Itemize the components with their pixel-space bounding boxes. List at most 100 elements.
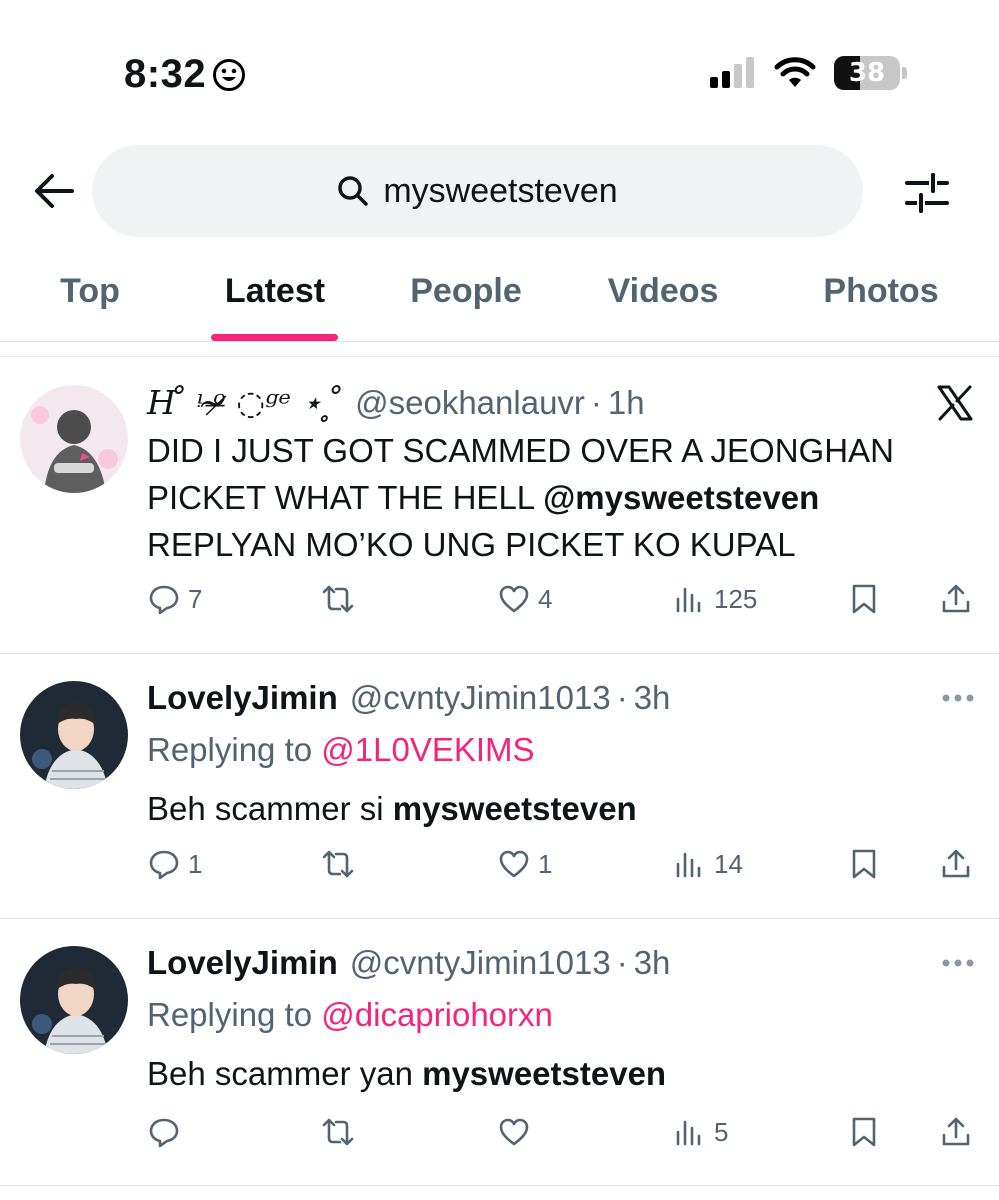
views-icon	[676, 587, 701, 613]
view-count: 5	[714, 1116, 729, 1147]
tweet-header: LovelyJimin @cvntyJimin1013 · 3h	[147, 679, 670, 717]
views-button[interactable]: 14	[674, 848, 743, 880]
battery-level: 38	[848, 58, 886, 88]
timestamp[interactable]: 1h	[608, 384, 645, 422]
tweet-text: Beh scammer si mysweetsteven	[147, 790, 637, 827]
share-icon	[942, 1117, 970, 1146]
bookmark-icon	[852, 1117, 876, 1147]
like-button[interactable]: 1	[498, 848, 552, 880]
retweet-icon	[322, 850, 354, 878]
reply-button[interactable]	[148, 1116, 188, 1148]
like-count: 4	[538, 583, 553, 614]
more-icon[interactable]	[941, 958, 975, 968]
x-logo-icon	[937, 385, 973, 421]
views-button[interactable]: 5	[674, 1116, 728, 1148]
reply-icon	[149, 585, 179, 615]
wifi-icon	[774, 57, 816, 87]
tweet-text: Beh scammer yan mysweetsteven	[147, 1055, 667, 1092]
reply-icon	[149, 1118, 179, 1148]
search-query: mysweetsteven	[383, 171, 618, 210]
views-button[interactable]: 125	[674, 583, 757, 615]
view-count: 125	[714, 583, 758, 614]
search-tabs: Top Latest People Videos Photos	[0, 262, 999, 342]
tweet-actions: 1 1 14	[0, 848, 999, 888]
tab-photos[interactable]: Photos	[823, 272, 938, 311]
display-name[interactable]: H ̊ ᵎ ᵒ̴̶̷ ◌ᵍᵉ ⋆ ̥ ̊	[147, 383, 343, 422]
display-name[interactable]: LovelyJimin	[147, 944, 338, 982]
bold-mention: mysweetsteven	[422, 1055, 667, 1092]
status-bar: 8:32 38	[0, 0, 999, 140]
avatar[interactable]	[20, 681, 128, 789]
retweet-button[interactable]	[322, 583, 362, 615]
tweet[interactable]: LovelyJimin @cvntyJimin1013 · 3h Replyin…	[0, 920, 999, 1186]
avatar[interactable]	[20, 385, 128, 493]
reply-count: 7	[188, 583, 203, 614]
replying-to: Replying to @1L0VEKIMS	[147, 731, 535, 768]
views-icon	[676, 1120, 701, 1146]
status-time: 8:32	[124, 52, 246, 97]
tab-people[interactable]: People	[410, 272, 521, 311]
share-button[interactable]	[940, 583, 972, 615]
tweet-text: DID I JUST GOT SCAMMED OVER A JEONGHAN P…	[147, 432, 894, 563]
search-icon	[338, 176, 369, 206]
reply-mention-link[interactable]: @1L0VEKIMS	[321, 731, 534, 768]
bookmark-button[interactable]	[848, 583, 880, 615]
avatar[interactable]	[20, 946, 128, 1054]
tweet-actions: 5	[0, 1116, 999, 1156]
timestamp[interactable]: 3h	[634, 679, 671, 717]
reply-button[interactable]: 1	[148, 848, 202, 880]
tab-latest[interactable]: Latest	[225, 272, 325, 311]
like-icon	[499, 850, 529, 878]
views-icon	[676, 852, 701, 878]
tab-videos[interactable]: Videos	[608, 272, 719, 311]
search-input[interactable]: mysweetsteven	[92, 145, 863, 237]
active-tab-indicator	[211, 334, 338, 341]
handle[interactable]: @cvntyJimin1013	[350, 679, 611, 717]
like-button[interactable]	[498, 1116, 538, 1148]
signal-icon	[710, 57, 754, 88]
tweet-header: LovelyJimin @cvntyJimin1013 · 3h	[147, 944, 670, 982]
share-icon	[942, 849, 970, 878]
share-icon	[942, 584, 970, 613]
reply-icon	[149, 850, 179, 880]
handle[interactable]: @cvntyJimin1013	[350, 944, 611, 982]
separator-dot: ·	[616, 944, 628, 981]
back-arrow-icon[interactable]	[32, 171, 76, 211]
bookmark-button[interactable]	[848, 848, 880, 880]
like-button[interactable]: 4	[498, 583, 552, 615]
battery-indicator: 38	[834, 56, 900, 90]
bookmark-icon	[852, 584, 876, 614]
tweet-actions: 7 4 125	[0, 583, 999, 623]
more-icon[interactable]	[941, 693, 975, 703]
clock-text: 8:32	[124, 52, 207, 96]
bookmark-button[interactable]	[848, 1116, 880, 1148]
reply-mention-link[interactable]: @dicapriohorxn	[321, 996, 553, 1033]
like-icon	[499, 585, 529, 613]
tweet[interactable]: LovelyJimin @cvntyJimin1013 · 3h Replyin…	[0, 655, 999, 919]
replying-to: Replying to @dicapriohorxn	[147, 996, 553, 1033]
tweet[interactable]: H ̊ ᵎ ᵒ̴̶̷ ◌ᵍᵉ ⋆ ̥ ̊ @seokhanlauvr · 1h …	[0, 357, 999, 654]
share-button[interactable]	[940, 1116, 972, 1148]
view-count: 14	[714, 848, 743, 879]
bookmark-icon	[852, 849, 876, 879]
retweet-button[interactable]	[322, 1116, 362, 1148]
search-row: mysweetsteven	[0, 145, 999, 237]
status-icons: 38	[710, 56, 907, 90]
separator-dot: ·	[590, 384, 602, 421]
retweet-icon	[322, 585, 354, 613]
tweet-header: H ̊ ᵎ ᵒ̴̶̷ ◌ᵍᵉ ⋆ ̥ ̊ @seokhanlauvr · 1h	[147, 383, 645, 422]
reply-button[interactable]: 7	[148, 583, 202, 615]
retweet-icon	[322, 1118, 354, 1146]
mention-link[interactable]: @mysweetsteven	[543, 479, 819, 516]
display-name[interactable]: LovelyJimin	[147, 679, 338, 717]
retweet-button[interactable]	[322, 848, 362, 880]
tab-top[interactable]: Top	[60, 272, 120, 311]
filter-icon[interactable]	[905, 171, 949, 215]
reply-count: 1	[188, 848, 203, 879]
bold-mention: mysweetsteven	[392, 790, 637, 827]
like-count: 1	[538, 848, 553, 879]
like-icon	[499, 1118, 529, 1146]
share-button[interactable]	[940, 848, 972, 880]
timestamp[interactable]: 3h	[634, 944, 671, 982]
handle[interactable]: @seokhanlauvr	[355, 384, 585, 422]
